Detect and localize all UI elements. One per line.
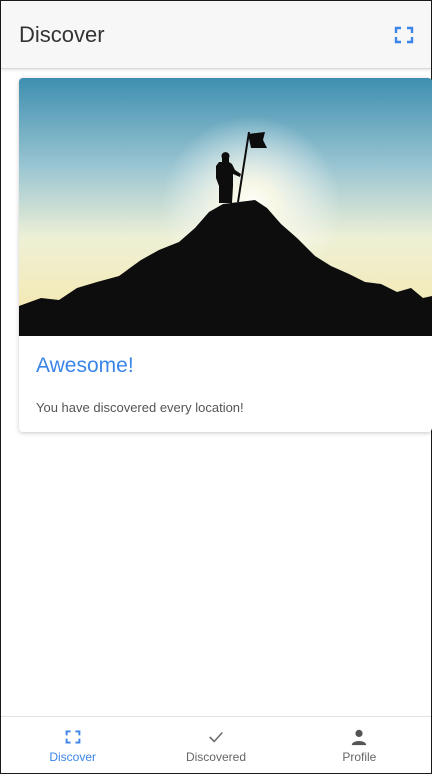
card-title: Awesome! <box>36 354 134 377</box>
completion-card: Awesome! You have discovered every locat… <box>19 78 432 432</box>
bottom-navigation: Discover Discovered Profile <box>1 716 431 773</box>
app-bar: Discover <box>1 1 431 69</box>
scan-frame-icon <box>394 26 414 43</box>
nav-item-discovered[interactable]: Discovered <box>144 717 287 773</box>
scan-button[interactable] <box>389 20 419 50</box>
person-icon <box>349 727 369 747</box>
mountain-summit-image <box>19 78 432 336</box>
nav-label-discovered: Discovered <box>185 749 246 764</box>
scan-frame-icon <box>63 727 83 747</box>
card-message: You have discovered every location! <box>36 400 244 415</box>
content-area: Awesome! You have discovered every locat… <box>1 69 432 717</box>
page-title: Discover <box>19 21 105 47</box>
nav-item-discover[interactable]: Discover <box>1 717 144 773</box>
app-frame: Discover Awesome! You have discovered ev… <box>0 0 432 774</box>
check-icon <box>206 727 226 747</box>
nav-label-profile: Profile <box>342 749 377 764</box>
nav-item-profile[interactable]: Profile <box>288 717 431 773</box>
nav-label-discover: Discover <box>49 749 96 764</box>
